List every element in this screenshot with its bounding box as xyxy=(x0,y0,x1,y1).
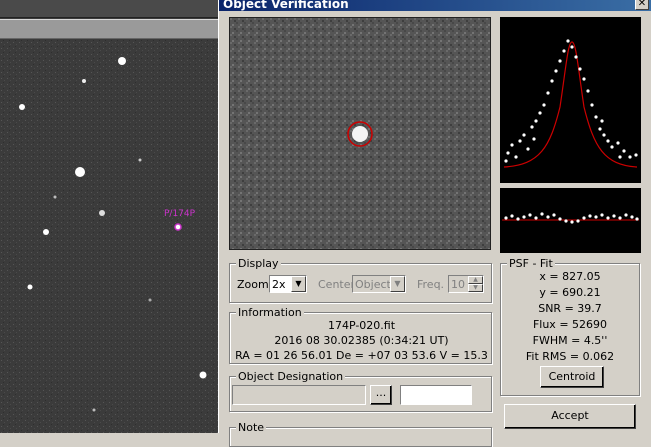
center-select[interactable]: Object ▼ xyxy=(352,275,406,293)
object-designation-group: Object Designation ... xyxy=(229,370,492,412)
sky-top-strip xyxy=(0,0,218,18)
freq-value: 10 xyxy=(451,278,465,291)
star xyxy=(92,408,96,412)
information-group-label: Information xyxy=(236,306,304,319)
star xyxy=(99,210,105,216)
psf-fit-curve xyxy=(503,41,638,168)
title-bar[interactable]: Object Verification ✕ xyxy=(219,0,651,11)
info-datetime: 2016 08 30.02385 (0:34:21 UT) xyxy=(274,334,449,347)
psf-fit-rms: Fit RMS = 0.062 xyxy=(525,350,615,363)
centroid-button[interactable]: Centroid xyxy=(540,366,604,388)
target-object xyxy=(174,223,182,231)
close-icon: ✕ xyxy=(637,0,647,9)
star xyxy=(27,284,33,290)
center-label: Center xyxy=(318,278,356,291)
psf-x: x = 827.05 xyxy=(539,270,601,283)
display-group: Display Zoom 2x ▼ Center Object ▼ Freq. … xyxy=(229,257,492,303)
psf-snr: SNR = 39.7 xyxy=(538,302,602,315)
psf-profile-plot xyxy=(500,17,641,183)
zoomed-object-image[interactable] xyxy=(229,17,491,250)
zoom-select[interactable]: 2x ▼ xyxy=(269,275,307,293)
star xyxy=(43,229,49,235)
chevron-down-icon[interactable]: ▼ xyxy=(291,276,306,292)
freq-spinner[interactable]: 10 ▲ ▼ xyxy=(448,275,484,293)
star xyxy=(199,371,207,379)
info-filename: 174P-020.fit xyxy=(327,319,396,332)
star xyxy=(138,158,142,162)
star xyxy=(53,195,57,199)
star-field[interactable]: P/174P xyxy=(0,40,218,433)
info-coordinates: RA = 01 26 56.01 De = +07 03 53.6 V = 15… xyxy=(235,349,488,362)
note-group-label: Note xyxy=(236,421,267,434)
psf-data-points xyxy=(504,39,638,163)
star xyxy=(75,167,85,177)
accept-button[interactable]: Accept xyxy=(504,404,636,429)
note-group: Note xyxy=(229,421,492,447)
browse-button[interactable]: ... xyxy=(370,385,392,405)
psf-flux: Flux = 52690 xyxy=(532,318,608,331)
chevron-down-icon[interactable]: ▼ xyxy=(390,276,405,292)
object-label: P/174P xyxy=(164,209,196,219)
spin-down-icon[interactable]: ▼ xyxy=(468,284,483,292)
designation-field[interactable] xyxy=(232,385,366,405)
sky-image-panel[interactable]: P/174P xyxy=(0,0,218,433)
center-value: Object xyxy=(355,278,391,291)
residual-points xyxy=(504,212,639,224)
dialog-title: Object Verification xyxy=(223,0,349,11)
information-group: Information 174P-020.fit 2016 08 30.0238… xyxy=(229,306,492,364)
psf-fit-group-label: PSF - Fit xyxy=(507,257,555,270)
designation-input[interactable] xyxy=(400,385,472,405)
browse-icon: ... xyxy=(375,386,387,399)
psf-fwhm: FWHM = 4.5'' xyxy=(532,334,608,347)
star xyxy=(19,104,25,110)
psf-residual-plot xyxy=(500,188,641,253)
zoom-value: 2x xyxy=(272,278,286,291)
close-button[interactable]: ✕ xyxy=(635,0,649,10)
designation-group-label: Object Designation xyxy=(236,370,346,383)
sky-scrollbar[interactable] xyxy=(0,19,218,39)
star xyxy=(118,57,126,65)
star xyxy=(82,79,86,83)
star xyxy=(148,298,152,302)
zoom-label: Zoom xyxy=(237,278,269,291)
spin-up-icon[interactable]: ▲ xyxy=(468,276,483,284)
object-verification-dialog: Object Verification ✕ Display Zoom 2x ▼ … xyxy=(218,0,651,447)
freq-label: Freq. xyxy=(417,278,445,291)
psf-y: y = 690.21 xyxy=(539,286,601,299)
psf-fit-group: PSF - Fit x = 827.05 y = 690.21 SNR = 39… xyxy=(500,257,640,396)
centroid-button-label: Centroid xyxy=(548,370,596,383)
accept-button-label: Accept xyxy=(551,409,589,422)
display-group-label: Display xyxy=(236,257,281,270)
object-star xyxy=(352,126,368,142)
